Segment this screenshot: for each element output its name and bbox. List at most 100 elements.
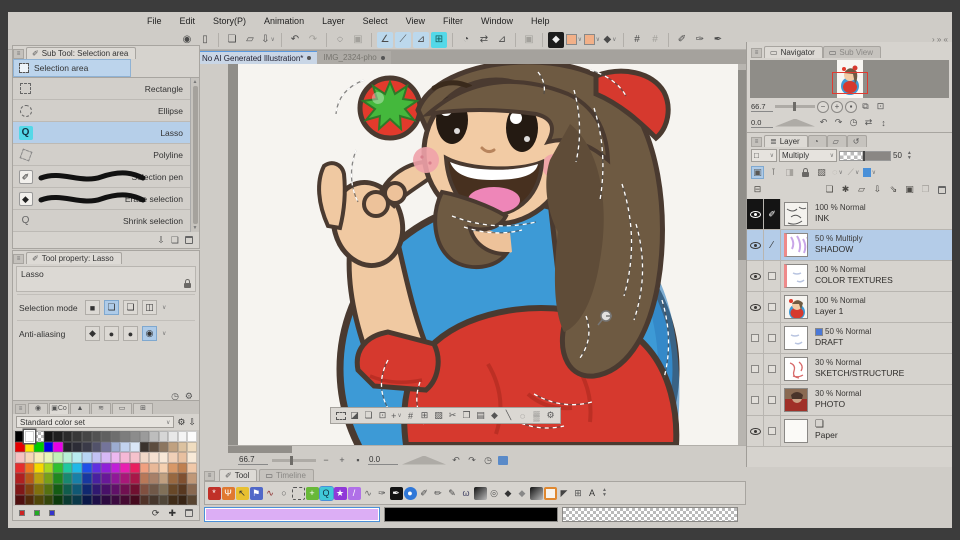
palette-cell-5-12[interactable] xyxy=(129,483,140,495)
panel-menu-icon[interactable]: ≡ xyxy=(13,254,24,264)
tool-property-tab[interactable]: ✐ Tool property: Lasso xyxy=(26,252,122,264)
gradient-icon[interactable]: ◆ xyxy=(488,409,501,422)
selection-area-group-button[interactable]: Selection area xyxy=(13,59,131,77)
navigator-rotation-value[interactable]: 0.0 xyxy=(751,118,773,128)
flip-horizontal-icon[interactable]: ⇄ xyxy=(862,117,875,128)
menu-help[interactable]: Help xyxy=(522,16,559,26)
line-icon[interactable]: ╲ xyxy=(502,409,515,422)
layer-edit-indicator[interactable]: ✐ xyxy=(764,199,781,229)
palette-cell-0-11[interactable] xyxy=(120,431,130,442)
panel-menu-icon[interactable]: ≡ xyxy=(751,48,762,58)
panel-menu-icon[interactable]: ≡ xyxy=(751,137,762,147)
palette-cell-1-6[interactable] xyxy=(72,441,83,453)
sub-color-chip[interactable]: ∨ xyxy=(566,32,582,48)
zoom-in-button[interactable]: + xyxy=(336,455,348,465)
replace-color-icon[interactable]: ⟳ xyxy=(152,508,160,519)
palette-cell-2-2[interactable] xyxy=(34,452,44,463)
nav-zoom-in-button[interactable]: + xyxy=(831,100,843,113)
delete-layer-icon[interactable] xyxy=(935,183,948,196)
color-slider-tab[interactable]: ≋ xyxy=(91,403,111,414)
color-set-tab[interactable]: ▣Co xyxy=(49,403,69,414)
zoom-out-button[interactable]: − xyxy=(320,455,332,465)
palette-cell-4-7[interactable] xyxy=(82,473,92,484)
canvas-scrollbar-left[interactable] xyxy=(228,64,238,445)
subtool-scrollbar[interactable]: ▲ ▼ xyxy=(190,78,199,232)
palette-cell-0-9[interactable] xyxy=(101,431,111,442)
palette-cell-3-17[interactable] xyxy=(177,462,188,474)
palette-cell-3-10[interactable] xyxy=(110,462,121,474)
palette-cell-4-4[interactable] xyxy=(53,473,63,484)
layer-edit-indicator[interactable] xyxy=(764,292,781,322)
color-history-tab[interactable]: ▭ xyxy=(112,403,132,414)
soft-eraser-tool[interactable]: ◆ xyxy=(516,487,529,500)
subtool-item-rectangle[interactable]: Rectangle xyxy=(13,78,199,100)
palette-cell-3-0[interactable] xyxy=(15,462,25,474)
mask-icon[interactable]: ⊺ xyxy=(767,166,780,179)
snap-angle-icon[interactable]: ⊿ xyxy=(494,32,510,48)
layer-row-photo[interactable]: 30 % Normal PHOTO xyxy=(747,385,952,416)
subtool-item-shrink-selection[interactable]: Q Shrink selection xyxy=(13,210,199,232)
flag-tool[interactable]: ◤ xyxy=(558,487,571,500)
clip-icon[interactable]: ◨ xyxy=(783,166,796,179)
palette-cell-4-3[interactable] xyxy=(43,473,54,484)
palette-cell-5-0[interactable] xyxy=(15,483,25,495)
palette-cell-0-10[interactable] xyxy=(110,431,121,442)
palette-cell-0-3[interactable] xyxy=(43,431,54,442)
palette-cell-0-4[interactable] xyxy=(53,431,63,442)
palette-cell-2-11[interactable] xyxy=(120,452,130,463)
subtool-item-selection-pen[interactable]: ✐ Selection pen xyxy=(13,166,199,188)
palette-cell-2-7[interactable] xyxy=(82,452,92,463)
palette-cell-1-12[interactable] xyxy=(129,441,140,453)
rotate-cw-icon[interactable]: ↷ xyxy=(832,117,845,128)
palette-cell-6-2[interactable] xyxy=(34,494,44,506)
transparent-color-bar[interactable] xyxy=(562,506,738,522)
palette-cell-4-10[interactable] xyxy=(110,473,121,484)
layer-property-tab[interactable]: ◔ xyxy=(807,135,827,147)
palette-cell-5-15[interactable] xyxy=(158,483,169,495)
palette-cell-6-14[interactable] xyxy=(149,494,159,506)
palette-cell-5-11[interactable] xyxy=(120,483,130,495)
frame-tool[interactable] xyxy=(543,486,557,500)
palette-cell-0-0[interactable] xyxy=(15,431,25,442)
reset-rotation-icon[interactable]: ◷ xyxy=(847,117,860,128)
layer-row-ink[interactable]: ✐ 100 % Normal INK xyxy=(747,199,952,230)
palette-cell-5-9[interactable] xyxy=(101,483,111,495)
fit-screen-button[interactable]: ▪ xyxy=(352,455,364,465)
color-set-import-icon[interactable]: ⇩ xyxy=(188,417,196,428)
palette-cell-1-4[interactable] xyxy=(53,441,63,453)
palette-cell-2-4[interactable] xyxy=(53,452,63,463)
add-color-icon[interactable]: ✚ xyxy=(168,508,176,519)
aa-strong-icon[interactable]: ◉ xyxy=(142,326,157,341)
palette-cell-0-12[interactable] xyxy=(129,431,140,442)
palette-cell-4-0[interactable] xyxy=(15,473,25,484)
palette-cell-1-7[interactable] xyxy=(82,441,92,453)
split-panel-icon[interactable]: ⊟ xyxy=(751,183,764,196)
rotation-value[interactable]: 0.0 xyxy=(368,455,398,465)
palette-cell-3-5[interactable] xyxy=(62,462,73,474)
lock-alpha-icon[interactable]: ▨ xyxy=(815,166,828,179)
antialiasing-expand-icon[interactable]: ∨ xyxy=(162,330,166,337)
navigator-preview[interactable] xyxy=(750,60,949,98)
rotate-cw-button[interactable]: ↷ xyxy=(466,455,478,466)
palette-cell-4-8[interactable] xyxy=(91,473,102,484)
palette-cell-3-11[interactable] xyxy=(120,462,130,474)
menu-view[interactable]: View xyxy=(397,16,434,26)
palette-cell-5-2[interactable] xyxy=(34,483,44,495)
layer-visibility-toggle[interactable] xyxy=(747,323,764,353)
palette-cell-1-5[interactable] xyxy=(62,441,73,453)
palette-cell-3-9[interactable] xyxy=(101,462,111,474)
palette-cell-4-18[interactable] xyxy=(187,473,197,484)
palette-cell-2-6[interactable] xyxy=(72,452,83,463)
horizontal-scrollbar-thumb[interactable] xyxy=(228,446,292,453)
subtool-item-ellipse[interactable]: Ellipse xyxy=(13,100,199,122)
navigator-rotation-slider[interactable] xyxy=(775,118,815,127)
marker-tool[interactable]: ✎ xyxy=(446,487,459,500)
palette-cell-3-14[interactable] xyxy=(149,462,159,474)
palette-cell-2-12[interactable] xyxy=(129,452,140,463)
opacity-slider[interactable] xyxy=(839,150,891,161)
layer-visibility-toggle[interactable] xyxy=(747,199,764,229)
panel-menu-icon[interactable]: ≡ xyxy=(13,49,24,59)
layer-thumbnail[interactable] xyxy=(781,292,811,322)
redo-icon[interactable]: ↷ xyxy=(305,32,321,48)
palette-cell-6-11[interactable] xyxy=(120,494,130,506)
